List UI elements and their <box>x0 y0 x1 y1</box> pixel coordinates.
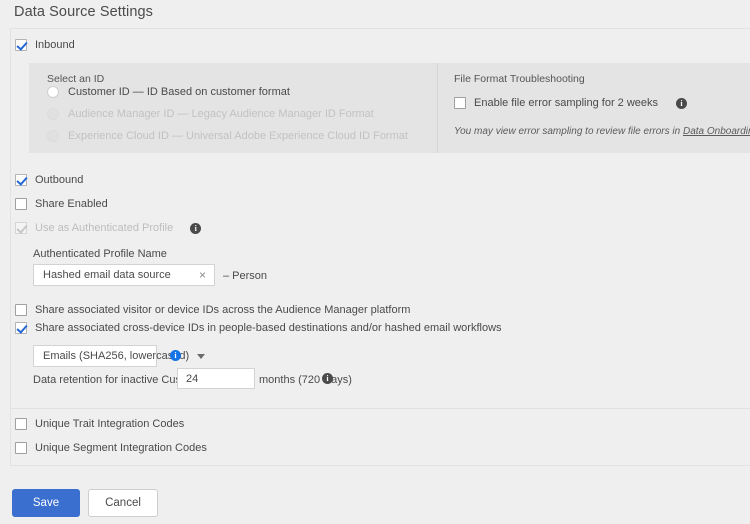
unique-segment-codes-row[interactable]: Unique Segment Integration Codes <box>15 442 207 454</box>
unique-trait-codes-row[interactable]: Unique Trait Integration Codes <box>15 418 184 430</box>
info-icon-file-error-sampling[interactable]: i <box>676 97 688 109</box>
chevron-down-icon[interactable] <box>197 353 206 359</box>
radio-customer-id[interactable] <box>47 86 59 98</box>
unique-trait-codes-checkbox[interactable] <box>15 418 27 430</box>
share-cross-device-ids-checkbox[interactable] <box>15 322 27 334</box>
share-visitor-ids-label: Share associated visitor or device IDs a… <box>35 304 411 316</box>
outbound-checkbox[interactable] <box>15 174 27 186</box>
file-error-sampling-checkbox[interactable] <box>454 97 466 109</box>
retention-suffix: months (720 Days) <box>259 374 352 386</box>
share-cross-device-ids-label: Share associated cross-device IDs in peo… <box>35 322 502 334</box>
settings-container: Inbound Select an ID Customer ID — ID Ba… <box>10 28 750 466</box>
use-as-authenticated-profile-label: Use as Authenticated Profile <box>35 222 174 234</box>
share-enabled-checkbox[interactable] <box>15 198 27 210</box>
info-icon-authenticated-profile[interactable]: i <box>190 222 202 234</box>
file-error-sampling-label: Enable file error sampling for 2 weeks <box>474 97 659 109</box>
inbound-label: Inbound <box>35 39 75 51</box>
select-id-heading: Select an ID <box>47 73 105 85</box>
authenticated-profile-name-value[interactable]: Hashed email data source <box>43 269 197 281</box>
cancel-button[interactable]: Cancel <box>88 489 158 517</box>
radio-option-customer-id[interactable]: Customer ID — ID Based on customer forma… <box>47 86 290 98</box>
share-cross-device-ids-row[interactable]: Share associated cross-device IDs in peo… <box>15 322 502 334</box>
unique-segment-codes-checkbox[interactable] <box>15 442 27 454</box>
inbound-checkbox[interactable] <box>15 39 27 51</box>
section-divider <box>11 408 750 409</box>
data-onboarding-status-link[interactable]: Data Onboarding Status <box>683 126 750 137</box>
inbound-settings-panel: Select an ID Customer ID — ID Based on c… <box>29 63 750 153</box>
share-visitor-ids-row[interactable]: Share associated visitor or device IDs a… <box>15 304 410 316</box>
retention-input[interactable]: 24 <box>177 368 255 389</box>
info-icon-id-type[interactable]: i <box>170 350 181 361</box>
info-icon-retention[interactable]: i <box>322 373 333 384</box>
share-enabled-label: Share Enabled <box>35 198 108 210</box>
use-as-authenticated-profile-row: Use as Authenticated Profile i <box>15 222 202 234</box>
page-title: Data Source Settings <box>14 4 154 20</box>
file-format-heading: File Format Troubleshooting <box>454 73 585 85</box>
save-button[interactable]: Save <box>12 489 80 517</box>
outbound-checkbox-row[interactable]: Outbound <box>15 174 83 186</box>
authenticated-profile-name-field[interactable]: Hashed email data source × <box>33 264 215 286</box>
file-error-sampling-row[interactable]: Enable file error sampling for 2 weeks i <box>454 97 688 109</box>
outbound-label: Outbound <box>35 174 84 186</box>
inbound-checkbox-row[interactable]: Inbound <box>15 39 75 51</box>
clear-icon[interactable]: × <box>197 269 208 281</box>
use-as-authenticated-profile-checkbox <box>15 222 27 234</box>
share-enabled-row[interactable]: Share Enabled <box>15 198 108 210</box>
id-type-select[interactable]: Emails (SHA256, lowercased) <box>33 345 206 367</box>
unique-trait-codes-label: Unique Trait Integration Codes <box>35 418 185 430</box>
id-type-select-value: Emails (SHA256, lowercased) <box>43 350 190 362</box>
radio-option-audience-manager-id: Audience Manager ID — Legacy Audience Ma… <box>47 108 374 120</box>
authenticated-profile-name-label: Authenticated Profile Name <box>33 248 167 260</box>
authenticated-profile-person-suffix: – Person <box>223 270 268 282</box>
radio-experience-cloud-id <box>47 130 59 142</box>
radio-label-audience-manager-id: Audience Manager ID — Legacy Audience Ma… <box>68 108 374 120</box>
radio-option-experience-cloud-id: Experience Cloud ID — Universal Adobe Ex… <box>47 130 408 142</box>
unique-segment-codes-label: Unique Segment Integration Codes <box>35 442 207 454</box>
file-format-note: You may view error sampling to review fi… <box>454 126 750 137</box>
share-visitor-ids-checkbox[interactable] <box>15 304 27 316</box>
radio-label-customer-id: Customer ID — ID Based on customer forma… <box>68 86 290 98</box>
radio-label-experience-cloud-id: Experience Cloud ID — Universal Adobe Ex… <box>68 130 408 142</box>
file-format-note-prefix: You may view error sampling to review fi… <box>454 126 683 137</box>
panel-vertical-divider <box>437 63 438 153</box>
radio-audience-manager-id <box>47 108 59 120</box>
